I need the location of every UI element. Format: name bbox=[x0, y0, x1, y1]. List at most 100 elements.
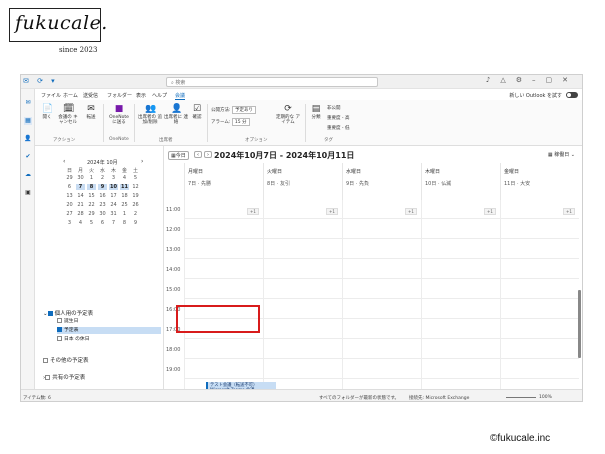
day-cell[interactable]: 7 bbox=[76, 184, 85, 190]
day-cell[interactable]: 25 bbox=[120, 202, 129, 208]
day-cell[interactable]: 26 bbox=[131, 202, 140, 208]
onenote-button[interactable]: ■ OneNote に送る bbox=[107, 104, 131, 125]
calendar-item-birthdays[interactable]: 誕生日 bbox=[57, 318, 161, 325]
day-cell[interactable]: 24 bbox=[109, 202, 118, 208]
day-cell[interactable]: 5 bbox=[131, 175, 140, 181]
day-cell[interactable]: 1 bbox=[87, 175, 96, 181]
day-cell[interactable]: 11 bbox=[120, 184, 129, 190]
day-cell[interactable]: 28 bbox=[76, 211, 85, 217]
menu-view[interactable]: 表示 bbox=[136, 92, 146, 99]
day-cell[interactable]: 31 bbox=[109, 211, 118, 217]
new-outlook-toggle[interactable] bbox=[566, 92, 578, 98]
categorize-button[interactable]: ▤ 分類 bbox=[309, 104, 323, 120]
check-button[interactable]: ☑ 確認 bbox=[190, 104, 204, 120]
private-button[interactable]: 非公開 bbox=[327, 105, 341, 111]
forward-button[interactable]: ✉ 転送 bbox=[83, 104, 99, 120]
more-events-badge[interactable]: +1 bbox=[484, 208, 496, 215]
connection-status: 接続先: Microsoft Exchange bbox=[409, 396, 470, 401]
prev-week-button[interactable]: ‹ bbox=[194, 151, 202, 158]
day-cell[interactable]: 17 bbox=[109, 193, 118, 199]
day-cell[interactable]: 30 bbox=[76, 175, 85, 181]
day-cell[interactable]: 8 bbox=[87, 184, 96, 190]
alarm-dropdown[interactable]: 15 分 bbox=[231, 118, 250, 126]
day-header[interactable]: 月曜日 7日 · 先勝 bbox=[184, 163, 263, 200]
day-cell[interactable]: 27 bbox=[65, 211, 74, 217]
calendar-item-holidays[interactable]: 日本 の休日 bbox=[57, 336, 161, 343]
hour-line bbox=[184, 258, 579, 259]
day-cell[interactable]: 30 bbox=[98, 211, 107, 217]
recurrence-button[interactable]: ⟳ 定期的な アイテム bbox=[275, 104, 301, 125]
day-cell[interactable]: 6 bbox=[98, 220, 107, 226]
menu-home[interactable]: ホーム bbox=[63, 92, 78, 99]
calendar-icon[interactable]: ▦ bbox=[24, 117, 32, 125]
day-cell[interactable]: 13 bbox=[65, 193, 74, 199]
prev-month-icon[interactable]: ‹ bbox=[63, 158, 65, 165]
day-cell[interactable]: 22 bbox=[87, 202, 96, 208]
day-header[interactable]: 火曜日 8日 · 友引 bbox=[263, 163, 342, 200]
todo-icon[interactable]: ✔ bbox=[24, 153, 32, 161]
day-cell[interactable]: 3 bbox=[65, 220, 74, 226]
day-cell[interactable]: 7 bbox=[109, 220, 118, 226]
day-cell[interactable]: 9 bbox=[98, 184, 107, 190]
day-cell[interactable]: 8 bbox=[120, 220, 129, 226]
day-cell[interactable]: 15 bbox=[87, 193, 96, 199]
day-cell[interactable]: 10 bbox=[109, 184, 118, 190]
day-cell[interactable]: 3 bbox=[109, 175, 118, 181]
quick-access-icons[interactable]: ✉ ⟳ ▾ bbox=[23, 77, 58, 85]
more-events-badge[interactable]: +1 bbox=[326, 208, 338, 215]
day-header[interactable]: 水曜日 9日 · 先負 bbox=[342, 163, 421, 200]
day-cell[interactable]: 4 bbox=[76, 220, 85, 226]
day-cell[interactable]: 21 bbox=[76, 202, 85, 208]
zoom-slider[interactable] bbox=[506, 397, 536, 398]
open-button[interactable]: 📄 開く bbox=[39, 104, 55, 120]
vertical-scrollbar[interactable] bbox=[578, 290, 581, 358]
other-calendars-group[interactable]: その他の予定表 bbox=[43, 356, 89, 364]
importance-low-button[interactable]: 重要度 - 低 bbox=[327, 125, 349, 131]
day-cell[interactable]: 2 bbox=[98, 175, 107, 181]
day-header[interactable]: 金曜日 11日 · 大安 bbox=[500, 163, 579, 200]
contact-attendees-button[interactable]: 👤 出席者に 連絡 bbox=[164, 104, 188, 125]
people-icon[interactable]: 👤 bbox=[24, 135, 32, 143]
menu-help[interactable]: ヘルプ bbox=[152, 92, 167, 99]
day-cell[interactable]: 2 bbox=[131, 211, 140, 217]
menu-file[interactable]: ファイル bbox=[41, 92, 61, 99]
day-cell[interactable]: 4 bbox=[120, 175, 129, 181]
day-cell[interactable]: 12 bbox=[131, 184, 140, 190]
window-controls[interactable]: ♪△⚙–▢✕ bbox=[486, 76, 578, 84]
mail-icon[interactable]: ✉ bbox=[24, 99, 32, 107]
more-events-badge[interactable]: +1 bbox=[563, 208, 575, 215]
day-cell[interactable]: 6 bbox=[65, 184, 74, 190]
hour-line bbox=[184, 238, 579, 239]
more-events-badge[interactable]: +1 bbox=[405, 208, 417, 215]
shared-calendars-group[interactable]: › 共有の予定表 bbox=[43, 373, 85, 381]
my-calendars-group[interactable]: ⌄ 個人用の予定表 bbox=[43, 309, 93, 317]
next-week-button[interactable]: › bbox=[204, 151, 212, 158]
more-events-badge[interactable]: +1 bbox=[247, 208, 259, 215]
onedrive-icon[interactable]: ☁ bbox=[24, 171, 32, 179]
day-header[interactable]: 木曜日 10日 · 仏滅 bbox=[421, 163, 500, 200]
search-input[interactable]: ⌕ 検索 bbox=[166, 77, 378, 87]
day-cell[interactable]: 19 bbox=[131, 193, 140, 199]
view-selector[interactable]: ▦ 稼働日 ⌄ bbox=[548, 151, 575, 158]
menu-meeting[interactable]: 会議 bbox=[175, 92, 186, 100]
show-as-dropdown[interactable]: 予定あり bbox=[231, 106, 256, 114]
cancel-meeting-button[interactable]: 🗓 会議の キャンセル bbox=[57, 104, 79, 125]
day-cell[interactable]: 9 bbox=[131, 220, 140, 226]
importance-high-button[interactable]: 重要度 - 高 bbox=[327, 115, 349, 121]
menu-folder[interactable]: フォルダー bbox=[107, 92, 132, 99]
day-cell[interactable]: 29 bbox=[87, 211, 96, 217]
menu-send-receive[interactable]: 送受信 bbox=[83, 92, 98, 99]
day-cell[interactable]: 18 bbox=[120, 193, 129, 199]
day-cell[interactable]: 23 bbox=[98, 202, 107, 208]
apps-icon[interactable]: ▣ bbox=[24, 189, 32, 197]
day-cell[interactable]: 1 bbox=[120, 211, 129, 217]
day-cell[interactable]: 14 bbox=[76, 193, 85, 199]
add-attendees-button[interactable]: 👥 出席者の 追加/削除 bbox=[137, 104, 163, 125]
day-cell[interactable]: 29 bbox=[65, 175, 74, 181]
next-month-icon[interactable]: › bbox=[141, 158, 143, 165]
day-cell[interactable]: 20 bbox=[65, 202, 74, 208]
today-button[interactable]: ▦今日 bbox=[168, 151, 189, 160]
day-cell[interactable]: 5 bbox=[87, 220, 96, 226]
day-cell[interactable]: 16 bbox=[98, 193, 107, 199]
calendar-item-calendar[interactable]: 予定表 bbox=[57, 327, 161, 334]
